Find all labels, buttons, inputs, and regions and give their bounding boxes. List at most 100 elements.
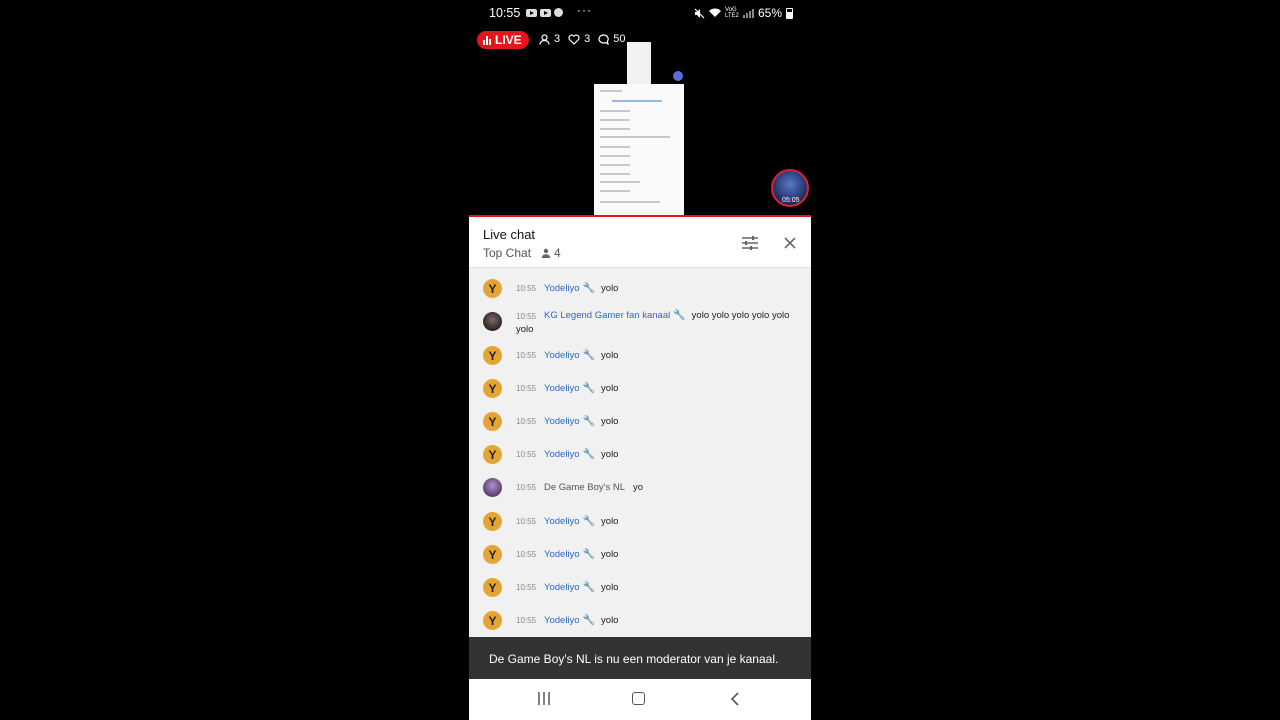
chat-mode-selector[interactable]: Top Chat 4 [483,246,561,260]
message-time: 10:55 [516,417,537,426]
network-type: VoG LTE2 [724,7,739,19]
status-bar: 10:55 ··· VoG LTE2 65% [469,0,811,26]
message-text: yolo [601,350,619,361]
message-time: 10:55 [516,284,537,293]
chat-mode-label: Top Chat [483,246,532,260]
chat-header: Live chat Top Chat 4 [469,217,811,268]
viewers-count: 3 [554,33,561,45]
message-time: 10:55 [516,483,537,492]
phone-screen: 10:55 ··· VoG LTE2 65% LIVE 3 3 50 05:05… [469,0,811,720]
avatar: Y [483,578,502,597]
back-icon[interactable] [729,692,741,706]
stream-preview [594,84,684,215]
message-text: yolo [601,283,619,294]
more-notifications-icon: ··· [577,3,592,17]
live-badge: LIVE [477,31,529,49]
likes-count: 3 [584,33,591,45]
wrench-icon: 🔧 [582,350,596,361]
message-text: yolo [601,416,619,427]
author-name[interactable]: Yodeliyo [544,615,580,626]
wrench-icon: 🔧 [582,383,596,394]
mute-icon [694,8,705,18]
author-name[interactable]: Yodeliyo [544,283,580,294]
live-label: LIVE [495,33,522,47]
author-name[interactable]: Yodeliyo [544,383,580,394]
live-chat-panel: Live chat Top Chat 4 Y 10:55 Yodeliyo 🔧 … [469,215,811,682]
message-text: yolo [601,516,619,527]
author-name[interactable]: KG Legend Gamer fan kanaal [544,310,670,321]
app-notification-icon [554,8,563,17]
avatar: Y [483,512,502,531]
wrench-icon: 🔧 [582,549,596,560]
avatar: Y [483,445,502,464]
avatar [483,312,502,331]
message-time: 10:55 [516,384,537,393]
message-text: yolo [601,582,619,593]
stream-stats: 3 3 50 [539,33,629,45]
avatar: Y [483,346,502,365]
wrench-icon: 🔧 [582,516,596,527]
floating-timer: 05:05 [782,197,800,204]
wrench-icon: 🔧 [582,615,596,626]
message-time: 10:55 [516,351,537,360]
person-icon [539,33,550,45]
system-indicators: VoG LTE2 65% [694,6,793,20]
message-text: yo [633,482,644,493]
wrench-icon: 🔧 [582,449,596,460]
message-time: 10:55 [516,517,537,526]
author-name[interactable]: Yodeliyo [544,350,580,361]
avatar [483,478,502,497]
avatar: Y [483,279,502,298]
person-icon [541,248,551,258]
heart-icon [568,33,580,45]
home-icon[interactable] [632,692,645,705]
message-text: yolo [601,449,619,460]
android-nav-bar [469,679,811,720]
youtube-notification-icon [526,8,537,17]
avatar: Y [483,611,502,630]
message-text: yolo [601,549,619,560]
wifi-icon [708,8,721,17]
message-time: 10:55 [516,616,537,625]
snackbar-text: De Game Boy's NL is nu een moderator van… [489,652,779,666]
avatar: Y [483,379,502,398]
filter-icon[interactable] [741,236,759,250]
viewers-stat: 3 [539,33,560,45]
battery-icon [786,7,793,19]
likes-stat: 3 [568,33,590,45]
youtube-notification-icon [540,8,551,17]
author-name[interactable]: De Game Boy's NL [544,482,625,493]
signal-icon [742,8,754,18]
comments-count: 50 [613,33,626,45]
wrench-icon: 🔧 [582,416,596,427]
chat-viewer-count: 4 [554,246,561,260]
close-icon[interactable] [782,235,798,251]
live-bars-icon [483,35,491,45]
chat-viewers: 4 [541,246,561,260]
wrench-icon: 🔧 [673,310,686,321]
status-time: 10:55 [489,6,521,20]
message-time: 10:55 [516,550,537,559]
author-name[interactable]: Yodeliyo [544,416,580,427]
author-name[interactable]: Yodeliyo [544,549,580,560]
avatar: Y [483,412,502,431]
message-time: 10:55 [516,583,537,592]
avatar: Y [483,545,502,564]
wrench-icon: 🔧 [582,283,596,294]
moderator-snackbar: De Game Boy's NL is nu een moderator van… [469,637,811,679]
recent-apps-icon[interactable] [537,692,551,705]
wrench-icon: 🔧 [582,582,596,593]
comment-icon [598,33,610,45]
author-name[interactable]: Yodeliyo [544,449,580,460]
battery-percent: 65% [757,6,782,20]
message-text: yolo [601,615,619,626]
message-text: yolo [601,383,619,394]
comments-stat: 50 [598,33,626,45]
chat-title: Live chat [483,227,536,242]
author-name[interactable]: Yodeliyo [544,582,580,593]
stream-preview-top [627,42,651,84]
message-time: 10:55 [516,450,537,459]
author-name[interactable]: Yodeliyo [544,516,580,527]
small-avatar-icon [673,71,683,81]
notification-icons [526,8,563,17]
